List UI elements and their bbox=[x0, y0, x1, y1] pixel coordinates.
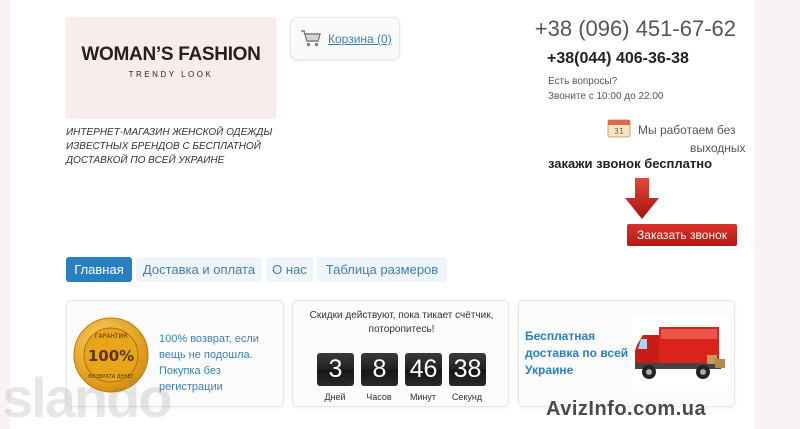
tab-home[interactable]: Главная bbox=[66, 257, 132, 282]
cart-widget[interactable]: Корзина (0) bbox=[290, 17, 400, 60]
tab-delivery[interactable]: Доставка и оплата bbox=[136, 257, 262, 282]
site-logo[interactable]: WOMAN’S FASHION TRENDY LOOK bbox=[66, 17, 276, 119]
countdown-title-line1: Скидки действуют, пока тикает счётчик, bbox=[309, 310, 494, 321]
questions-block: Есть вопросы? Звоните с 10:00 до 22:00 bbox=[548, 74, 664, 104]
logo-title: WOMAN’S FASHION bbox=[81, 44, 261, 65]
cart-icon bbox=[301, 30, 321, 47]
countdown-minutes: 46 bbox=[405, 353, 442, 386]
guarantee-line3: Покупка без регистрации bbox=[159, 365, 223, 393]
phone-main[interactable]: +38 (096) 451-67-62 bbox=[520, 16, 736, 42]
countdown-hours-label: Часов bbox=[366, 392, 392, 402]
calendar-icon: 31 bbox=[607, 119, 631, 138]
arrow-down-icon bbox=[625, 178, 659, 219]
delivery-line1: Бесплатная bbox=[525, 329, 596, 343]
site-tagline: ИНТЕРНЕТ-МАГАЗИН ЖЕНСКОЙ ОДЕЖДЫ ИЗВЕСТНЫ… bbox=[66, 127, 273, 166]
cart-link[interactable]: Корзина (0) bbox=[328, 32, 392, 46]
delivery-text: Бесплатная доставка по всей Украине bbox=[525, 328, 635, 379]
order-callback-button[interactable]: Заказать звонок bbox=[627, 224, 737, 246]
countdown-hours: 8 bbox=[361, 353, 398, 386]
work-text-line2: выходных bbox=[690, 141, 746, 155]
page-border-right bbox=[754, 0, 800, 429]
work-text-line1: Мы работаем без bbox=[638, 123, 736, 137]
tab-size-chart[interactable]: Таблица размеров bbox=[317, 257, 447, 282]
guarantee-line1: 100% возврат, если bbox=[159, 333, 259, 345]
countdown-title-line2: поторопитесь! bbox=[368, 324, 435, 335]
watermark-avizinfo: AvizInfo.com.ua bbox=[546, 398, 707, 420]
guarantee-text: 100% возврат, если вещь не подошла. Поку… bbox=[159, 331, 285, 395]
logo-subtitle: TRENDY LOOK bbox=[128, 70, 214, 79]
countdown-minutes-label: Минут bbox=[409, 392, 437, 402]
svg-text:100%: 100% bbox=[88, 347, 134, 365]
watermark-slando: slando bbox=[2, 366, 172, 429]
delivery-line2: доставка по всей bbox=[525, 346, 629, 360]
delivery-box: Бесплатная доставка по всей Украине bbox=[518, 300, 735, 407]
countdown-days: 3 bbox=[317, 353, 354, 386]
svg-text:ГАРАНТИЯ: ГАРАНТИЯ bbox=[95, 333, 127, 340]
delivery-line3: Украине bbox=[525, 363, 574, 377]
countdown-box: Скидки действуют, пока тикает счётчик, п… bbox=[292, 300, 509, 407]
guarantee-line2: вещь не подошла. bbox=[159, 349, 253, 361]
countdown-days-label: Дней bbox=[324, 392, 346, 402]
svg-text:31: 31 bbox=[614, 127, 624, 136]
questions-text: Есть вопросы? bbox=[548, 76, 618, 87]
delivery-truck-icon bbox=[631, 317, 731, 391]
hours-text: Звоните с 10:00 до 22:00 bbox=[548, 91, 664, 102]
callback-free-text: закажи звонок бесплатно bbox=[548, 156, 713, 171]
tab-about[interactable]: О нас bbox=[266, 257, 313, 282]
countdown-title: Скидки действуют, пока тикает счётчик, п… bbox=[293, 309, 510, 337]
phone-second[interactable]: +38(044) 406-36-38 bbox=[547, 50, 689, 68]
countdown-seconds: 38 bbox=[449, 353, 486, 386]
countdown-seconds-label: Секунд bbox=[451, 392, 483, 402]
